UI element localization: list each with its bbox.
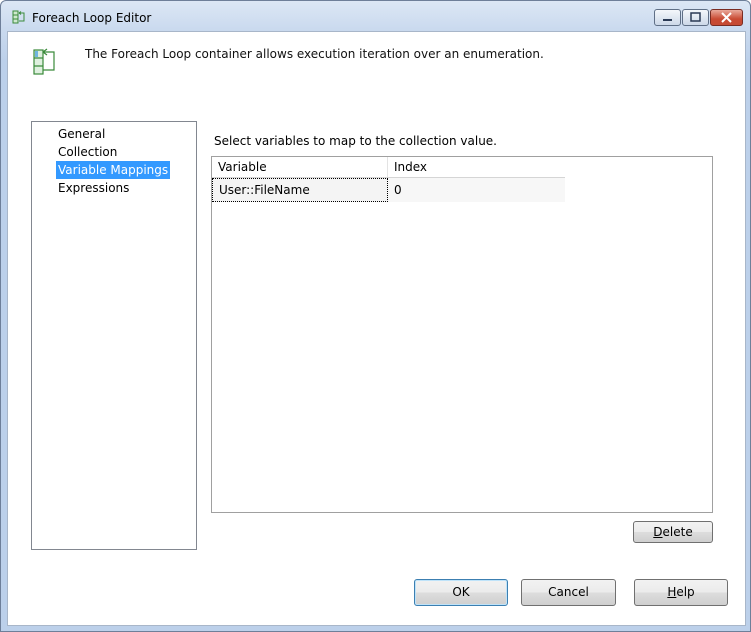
cell-variable[interactable]: User::FileName bbox=[212, 178, 388, 202]
maximize-button[interactable] bbox=[682, 9, 709, 26]
nav-item-variable-mappings[interactable]: Variable Mappings bbox=[56, 161, 171, 179]
close-icon bbox=[721, 12, 732, 23]
foreach-loop-icon bbox=[12, 10, 25, 24]
ok-button[interactable]: OK bbox=[414, 579, 508, 606]
help-button-mnemonic: H bbox=[667, 585, 677, 599]
delete-button-label: elete bbox=[662, 525, 693, 539]
page-navigation-list: General Collection Variable Mappings Exp… bbox=[31, 121, 197, 550]
minimize-button[interactable] bbox=[654, 9, 681, 26]
column-header-variable[interactable]: Variable bbox=[212, 157, 388, 177]
nav-item-expressions[interactable]: Expressions bbox=[56, 179, 131, 197]
window-title: Foreach Loop Editor bbox=[32, 11, 152, 25]
grid-header-row: Variable Index bbox=[212, 157, 565, 178]
help-button[interactable]: Help bbox=[634, 579, 728, 606]
close-button[interactable] bbox=[710, 9, 743, 26]
cell-index[interactable]: 0 bbox=[388, 178, 565, 202]
foreach-loop-container-icon bbox=[33, 48, 55, 75]
column-header-index[interactable]: Index bbox=[388, 157, 565, 177]
nav-item-general[interactable]: General bbox=[56, 125, 107, 143]
cancel-button[interactable]: Cancel bbox=[521, 579, 616, 606]
dialog-body: General Collection Variable Mappings Exp… bbox=[8, 113, 745, 625]
nav-item-collection[interactable]: Collection bbox=[56, 143, 119, 161]
dialog-description: The Foreach Loop container allows execut… bbox=[85, 47, 544, 61]
instruction-label: Select variables to map to the collectio… bbox=[214, 134, 497, 148]
title-bar[interactable]: Foreach Loop Editor bbox=[1, 1, 750, 31]
dialog-window: Foreach Loop Editor The Foreach Loop con… bbox=[0, 0, 751, 632]
dialog-header: The Foreach Loop container allows execut… bbox=[8, 32, 745, 113]
variable-mappings-grid[interactable]: Variable Index User::FileName 0 bbox=[211, 156, 713, 513]
delete-button-mnemonic: D bbox=[653, 525, 663, 539]
dialog-client-area: The Foreach Loop container allows execut… bbox=[7, 31, 746, 626]
delete-button[interactable]: Delete bbox=[633, 521, 713, 543]
table-row[interactable]: User::FileName 0 bbox=[212, 178, 565, 202]
minimize-icon bbox=[663, 19, 672, 21]
help-button-label: elp bbox=[676, 585, 695, 599]
maximize-icon bbox=[690, 12, 701, 22]
